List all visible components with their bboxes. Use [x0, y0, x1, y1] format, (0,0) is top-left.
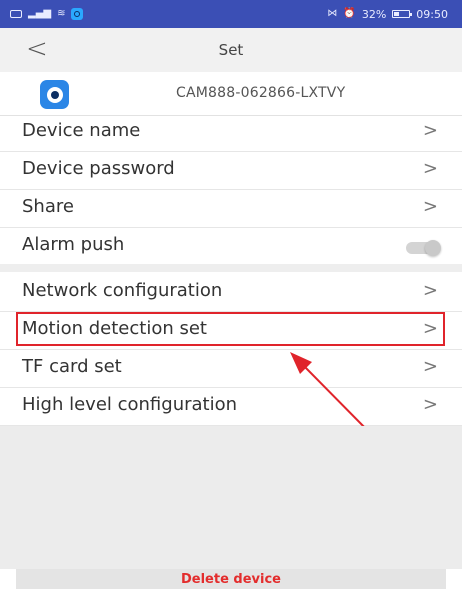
back-button[interactable]: < [26, 34, 48, 64]
network-configuration-label: Network configuration [22, 280, 223, 301]
clock: 09:50 [416, 7, 448, 21]
device-info-row: CAM888-062866-LXTVY [0, 72, 462, 116]
app-notification-icon [71, 8, 84, 20]
page-title: Set [218, 41, 244, 59]
device-password-label: Device password [22, 158, 175, 179]
high-level-configuration-label: High level configuration [22, 394, 238, 415]
network-configuration-row[interactable]: Network configuration > [0, 274, 462, 312]
share-row[interactable]: Share > [0, 190, 462, 228]
battery-icon [392, 10, 413, 18]
delete-device-button[interactable]: Delete device [16, 569, 446, 589]
alarm-push-row: Alarm push [0, 228, 462, 266]
device-password-row[interactable]: Device password > [0, 152, 462, 190]
signal-icon: ▂▄▆ [28, 8, 52, 19]
alarm-push-label: Alarm push [22, 234, 125, 255]
wifi-icon: ≋ [57, 8, 66, 19]
empty-area [0, 426, 462, 569]
tf-card-label: TF card set [22, 356, 122, 377]
sim-icon [10, 10, 22, 18]
camera-app-icon [40, 80, 69, 109]
share-label: Share [22, 196, 74, 217]
high-level-configuration-row[interactable]: High level configuration > [0, 388, 462, 426]
title-bar: < Set [0, 28, 462, 72]
device-id: CAM888-062866-LXTVY [176, 85, 346, 101]
device-name-row[interactable]: Device name > [0, 114, 462, 152]
chevron-right-icon: > [422, 394, 438, 415]
chevron-right-icon: > [422, 158, 438, 179]
alarm-icon: ⏰ [343, 8, 356, 19]
alarm-push-toggle[interactable] [406, 240, 441, 256]
tf-card-row[interactable]: TF card set > [0, 350, 462, 388]
battery-percent: 32% [361, 7, 387, 21]
section-divider [0, 264, 462, 272]
chevron-right-icon: > [422, 196, 438, 217]
vibrate-icon: ⋈ [327, 8, 338, 19]
chevron-right-icon: > [422, 356, 438, 377]
status-bar: ▂▄▆ ≋ ⋈ ⏰ 32% 09:50 [0, 0, 462, 28]
device-name-label: Device name [22, 120, 141, 141]
chevron-right-icon: > [422, 120, 438, 141]
chevron-right-icon: > [422, 280, 438, 301]
